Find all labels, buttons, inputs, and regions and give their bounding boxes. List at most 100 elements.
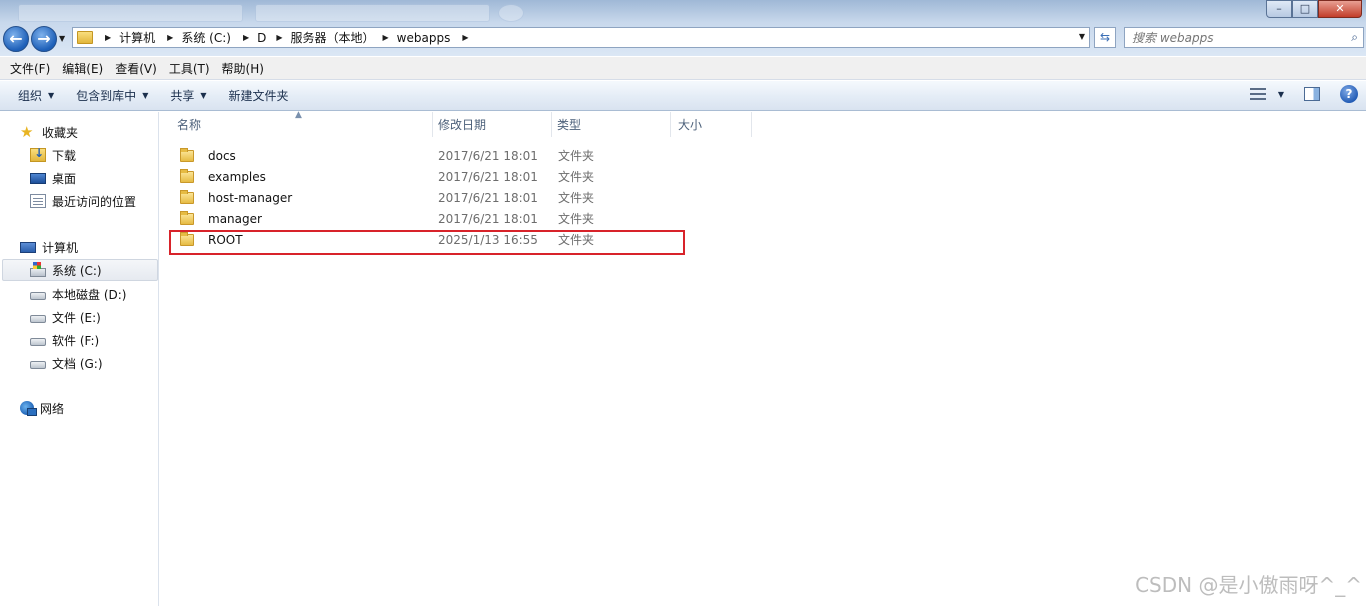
file-type: 文件夹 — [558, 149, 595, 163]
nav-computer-label: 计算机 — [42, 240, 79, 255]
nav-desktop[interactable]: 桌面 — [0, 167, 76, 189]
maximize-icon[interactable]: □ — [1292, 0, 1318, 18]
file-date: 2017/6/21 18:01 — [438, 148, 538, 163]
view-controls: ▼ ? — [1249, 85, 1358, 103]
chevron-right-icon[interactable]: ▶ — [167, 33, 173, 42]
chevron-right-icon[interactable]: ▶ — [383, 33, 389, 42]
forward-arrow-icon[interactable]: → — [31, 26, 57, 52]
file-date: 2017/6/21 18:01 — [438, 169, 538, 184]
nav-drive-c[interactable]: 系统 (C:) — [2, 259, 158, 281]
nav-desktop-label: 桌面 — [52, 171, 77, 186]
folder-icon — [180, 210, 194, 225]
search-input[interactable] — [1125, 28, 1335, 47]
back-arrow-icon[interactable]: ← — [3, 26, 29, 52]
nav-downloads[interactable]: 下载 — [0, 144, 76, 166]
watermark: CSDN @是小傲雨呀^_^ — [1135, 573, 1362, 597]
share-label: 共享 — [170, 89, 195, 103]
hard-drive-icon — [30, 292, 46, 300]
folder-icon — [77, 31, 93, 44]
hard-drive-icon — [30, 361, 46, 369]
background-taskbar-tabs — [0, 0, 540, 24]
breadcrumb: ▶ 计算机 ▶ 系统 (C:) ▶ D ▶ 服务器（本地） ▶ webapps … — [101, 29, 476, 46]
organize-button[interactable]: 组织 ▼ — [10, 87, 62, 104]
share-button[interactable]: 共享 ▼ — [162, 87, 214, 104]
file-name: host-manager — [208, 190, 293, 205]
help-icon[interactable]: ? — [1340, 85, 1358, 103]
nav-drive-d-label: 本地磁盘 (D:) — [52, 287, 127, 302]
nav-computer[interactable]: 计算机 — [0, 236, 78, 258]
view-options-icon[interactable] — [1249, 88, 1266, 100]
menu-help[interactable]: 帮助(H) — [216, 60, 270, 77]
nav-drive-e-label: 文件 (E:) — [52, 310, 101, 325]
star-icon: ★ — [20, 123, 34, 141]
chevron-right-icon[interactable]: ▶ — [105, 33, 111, 42]
breadcrumb-item-system-c[interactable]: 系统 (C:) — [181, 29, 231, 46]
close-icon[interactable]: ✕ — [1318, 0, 1362, 18]
file-row-docs[interactable]: docs 2017/6/21 18:01 文件夹 — [170, 145, 710, 166]
menu-file[interactable]: 文件(F) — [4, 60, 56, 77]
column-header-type[interactable]: 类型 — [551, 112, 671, 137]
menu-edit[interactable]: 编辑(E) — [56, 60, 109, 77]
column-headers: ▲ 名称 修改日期 类型 大小 — [160, 110, 760, 137]
nav-drive-g[interactable]: 文档 (G:) — [0, 352, 103, 374]
file-row-manager[interactable]: manager 2017/6/21 18:01 文件夹 — [170, 208, 710, 229]
minimize-icon[interactable]: – — [1266, 0, 1292, 18]
nav-recent-places-label: 最近访问的位置 — [52, 194, 137, 209]
menu-view[interactable]: 查看(V) — [109, 60, 163, 77]
downloads-folder-icon — [30, 146, 46, 162]
menu-tools[interactable]: 工具(T) — [163, 60, 216, 77]
nav-drive-c-label: 系统 (C:) — [52, 263, 102, 278]
file-date: 2017/6/21 18:01 — [438, 211, 538, 226]
search-icon[interactable]: ⌕ — [1351, 30, 1358, 45]
chevron-down-icon: ▼ — [200, 91, 207, 100]
file-row-examples[interactable]: examples 2017/6/21 18:01 文件夹 — [170, 166, 710, 187]
column-header-size[interactable]: 大小 — [672, 112, 752, 137]
organize-label: 组织 — [18, 89, 43, 103]
nav-recent-places[interactable]: 最近访问的位置 — [0, 190, 136, 212]
network-icon — [20, 401, 37, 416]
chevron-right-icon[interactable]: ▶ — [462, 33, 468, 42]
refresh-icon[interactable]: ⇆ — [1094, 27, 1116, 48]
window-controls: – □ ✕ — [1266, 0, 1362, 18]
address-bar[interactable]: ▶ 计算机 ▶ 系统 (C:) ▶ D ▶ 服务器（本地） ▶ webapps … — [72, 27, 1090, 48]
chevron-right-icon[interactable]: ▶ — [276, 33, 282, 42]
computer-icon — [20, 241, 36, 253]
navigation-pane: ★ 收藏夹 下载 桌面 最近访问的位置 计算机 系统 (C:) 本地磁盘 (D:… — [0, 112, 159, 606]
title-bar: – □ ✕ ← → ▼ ▶ 计算机 ▶ 系统 (C:) ▶ D ▶ 服务器（本地… — [0, 0, 1366, 56]
hard-drive-icon — [30, 338, 46, 346]
recent-pages-dropdown-icon[interactable]: ▼ — [59, 34, 65, 43]
nav-favorites[interactable]: ★ 收藏夹 — [0, 121, 78, 143]
file-type: 文件夹 — [558, 170, 595, 184]
column-header-name[interactable]: 名称 — [171, 112, 433, 137]
nav-drive-f[interactable]: 软件 (F:) — [0, 329, 99, 351]
include-in-library-button[interactable]: 包含到库中 ▼ — [68, 87, 156, 104]
file-name: docs — [208, 148, 236, 163]
highlight-box-root — [169, 230, 685, 255]
desktop-icon — [30, 172, 46, 184]
folder-icon — [180, 147, 194, 162]
breadcrumb-item-webapps[interactable]: webapps — [397, 31, 451, 45]
nav-drive-d[interactable]: 本地磁盘 (D:) — [0, 283, 126, 305]
background-tab — [255, 4, 490, 22]
nav-drive-e[interactable]: 文件 (E:) — [0, 306, 101, 328]
file-date: 2017/6/21 18:01 — [438, 190, 538, 205]
search-box: ⌕ — [1124, 27, 1364, 48]
preview-pane-icon[interactable] — [1304, 87, 1320, 101]
nav-network[interactable]: 网络 — [0, 397, 64, 419]
file-name: examples — [208, 169, 266, 184]
breadcrumb-item-computer[interactable]: 计算机 — [119, 29, 155, 46]
chevron-right-icon[interactable]: ▶ — [243, 33, 249, 42]
system-drive-icon — [30, 261, 46, 277]
breadcrumb-item-server-local[interactable]: 服务器（本地） — [291, 29, 375, 46]
background-tab — [18, 4, 243, 22]
column-header-date[interactable]: 修改日期 — [432, 112, 552, 137]
chevron-down-icon[interactable]: ▼ — [1278, 90, 1284, 99]
new-folder-button[interactable]: 新建文件夹 — [221, 87, 297, 104]
file-list-pane: ▲ 名称 修改日期 类型 大小 docs 2017/6/21 18:01 文件夹… — [160, 110, 1366, 606]
file-name: manager — [208, 211, 262, 226]
address-dropdown-icon[interactable]: ▼ — [1079, 32, 1085, 41]
nav-drive-g-label: 文档 (G:) — [52, 356, 103, 371]
chevron-down-icon: ▼ — [48, 91, 55, 100]
breadcrumb-item-d[interactable]: D — [257, 31, 266, 45]
file-row-host-manager[interactable]: host-manager 2017/6/21 18:01 文件夹 — [170, 187, 710, 208]
